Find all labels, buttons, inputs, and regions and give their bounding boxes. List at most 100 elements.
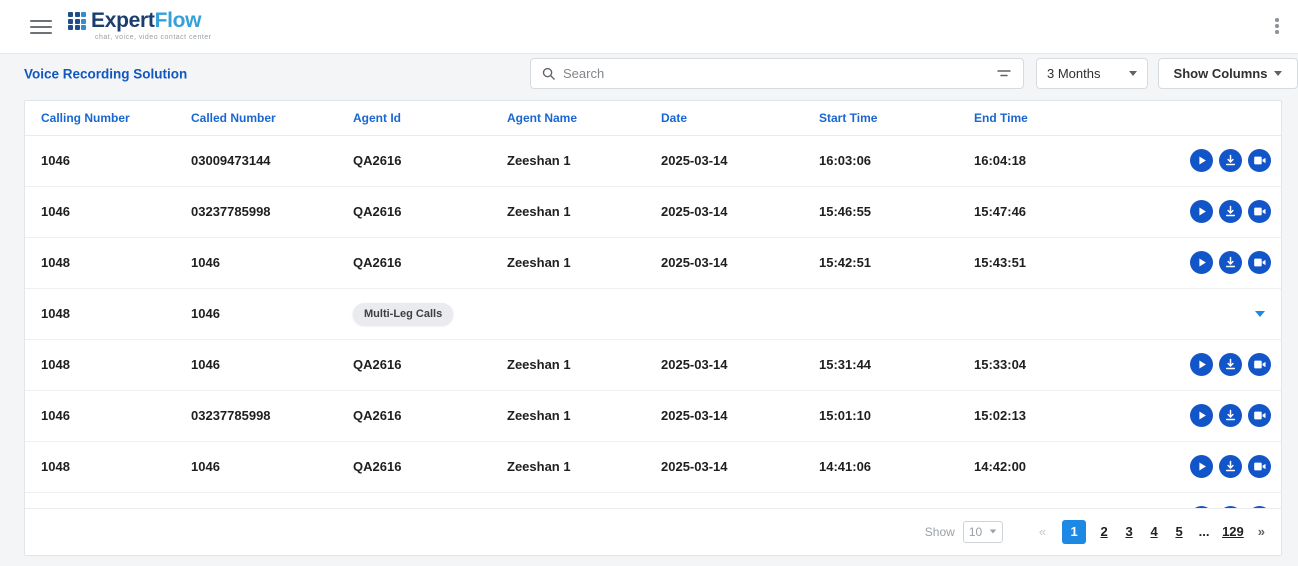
- page-size-value: 10: [969, 525, 982, 539]
- cell-date: 2025-03-14: [661, 255, 819, 270]
- show-columns-button[interactable]: Show Columns: [1158, 58, 1298, 89]
- table-footer: Show 10 « 12345...129 »: [25, 508, 1281, 555]
- table-row: 10481046QA2616Zeeshan 12025-03-1415:42:5…: [25, 238, 1281, 289]
- cell-agent-name: Zeeshan 1: [507, 459, 661, 474]
- column-header: End Time: [974, 111, 1104, 125]
- video-button[interactable]: [1248, 149, 1271, 172]
- play-button[interactable]: [1190, 149, 1213, 172]
- row-actions: [1104, 149, 1271, 172]
- page-title: Voice Recording Solution: [24, 67, 187, 82]
- download-button[interactable]: [1219, 149, 1242, 172]
- page-button[interactable]: 2: [1097, 524, 1111, 539]
- cell-agent-id: QA2616: [353, 204, 507, 219]
- kebab-menu-icon[interactable]: [1270, 18, 1284, 36]
- table-row: 10481046QA2616Zeeshan 12025-03-1414:41:0…: [25, 442, 1281, 493]
- cell-called: 03237785998: [191, 204, 353, 219]
- show-label: Show: [925, 525, 955, 539]
- cell-calling: 1048: [41, 459, 191, 474]
- cell-agent-name: Zeeshan 1: [507, 153, 661, 168]
- cell-agent-id: QA2616: [353, 153, 507, 168]
- search-input[interactable]: [563, 66, 995, 81]
- page-size-select[interactable]: 10: [963, 521, 1003, 543]
- toolbar: Voice Recording Solution 3 Months Show C…: [0, 54, 1298, 94]
- table-body: 104603009473144QA2616Zeeshan 12025-03-14…: [25, 136, 1281, 508]
- cell-date: 2025-03-14: [661, 357, 819, 372]
- cell-calling: 1048: [41, 357, 191, 372]
- filter-icon[interactable]: [995, 65, 1013, 83]
- cell-calling: 1046: [41, 153, 191, 168]
- download-button[interactable]: [1219, 200, 1242, 223]
- cell-end-time: 14:42:00: [974, 459, 1104, 474]
- cell-agent-name: Zeeshan 1: [507, 408, 661, 423]
- column-header: Agent Id: [353, 111, 507, 125]
- table-header-row: Calling NumberCalled NumberAgent IdAgent…: [25, 101, 1281, 136]
- cell-agent-id: QA2616: [353, 408, 507, 423]
- table-row[interactable]: 10481046Multi-Leg Calls: [25, 289, 1281, 340]
- cell-start-time: 14:41:06: [819, 459, 974, 474]
- page-button[interactable]: 3: [1122, 524, 1136, 539]
- cell-called: 03009473144: [191, 153, 353, 168]
- table-row: [25, 493, 1281, 508]
- download-button[interactable]: [1219, 353, 1242, 376]
- download-button[interactable]: [1219, 455, 1242, 478]
- brand-tagline: chat, voice, video contact center: [95, 34, 212, 41]
- cell-called: 1046: [191, 459, 353, 474]
- cell-agent-id: Multi-Leg Calls: [353, 303, 507, 325]
- page-button[interactable]: 4: [1147, 524, 1161, 539]
- grid-logo-icon: [68, 12, 86, 30]
- previous-page-button[interactable]: «: [1039, 524, 1046, 539]
- row-actions: [1104, 455, 1271, 478]
- row-actions: [1104, 251, 1271, 274]
- cell-calling: 1048: [41, 255, 191, 270]
- cell-end-time: 16:04:18: [974, 153, 1104, 168]
- download-button[interactable]: [1219, 404, 1242, 427]
- video-button[interactable]: [1248, 251, 1271, 274]
- cell-date: 2025-03-14: [661, 153, 819, 168]
- cell-date: 2025-03-14: [661, 204, 819, 219]
- multileg-badge: Multi-Leg Calls: [353, 303, 453, 325]
- play-button[interactable]: [1190, 455, 1213, 478]
- cell-agent-name: Zeeshan 1: [507, 357, 661, 372]
- cell-agent-id: QA2616: [353, 459, 507, 474]
- table-row: 104603009473144QA2616Zeeshan 12025-03-14…: [25, 136, 1281, 187]
- next-page-button[interactable]: »: [1258, 524, 1265, 539]
- column-header: Called Number: [191, 111, 353, 125]
- chevron-down-icon: [1129, 71, 1137, 76]
- play-button[interactable]: [1190, 353, 1213, 376]
- table-row: 104603237785998QA2616Zeeshan 12025-03-14…: [25, 187, 1281, 238]
- search-icon: [541, 66, 556, 81]
- row-actions: [1104, 353, 1271, 376]
- download-button[interactable]: [1219, 251, 1242, 274]
- period-dropdown[interactable]: 3 Months: [1036, 58, 1148, 89]
- cell-start-time: 15:42:51: [819, 255, 974, 270]
- cell-start-time: 15:46:55: [819, 204, 974, 219]
- cell-agent-name: Zeeshan 1: [507, 255, 661, 270]
- page-button[interactable]: 1: [1062, 520, 1086, 544]
- cell-calling: 1046: [41, 204, 191, 219]
- brand-name: ExpertFlow: [91, 9, 201, 33]
- page-button[interactable]: 129: [1222, 524, 1244, 539]
- chevron-down-icon: [990, 530, 996, 534]
- video-button[interactable]: [1248, 455, 1271, 478]
- cell-called: 03237785998: [191, 408, 353, 423]
- video-button[interactable]: [1248, 353, 1271, 376]
- column-header: Calling Number: [41, 111, 191, 125]
- search-box: [530, 58, 1024, 89]
- expand-chevron-icon[interactable]: [1255, 311, 1265, 317]
- page-button[interactable]: 5: [1172, 524, 1186, 539]
- pagination-pages: 12345...129: [1062, 520, 1244, 544]
- top-app-bar: ExpertFlow chat, voice, video contact ce…: [0, 0, 1298, 54]
- cell-called: 1046: [191, 357, 353, 372]
- video-button[interactable]: [1248, 404, 1271, 427]
- play-button[interactable]: [1190, 200, 1213, 223]
- hamburger-menu-icon[interactable]: [30, 20, 52, 34]
- column-header: Start Time: [819, 111, 974, 125]
- cell-called: 1046: [191, 306, 353, 321]
- period-dropdown-value: 3 Months: [1047, 66, 1100, 81]
- play-button[interactable]: [1190, 251, 1213, 274]
- cell-calling: 1048: [41, 306, 191, 321]
- video-button[interactable]: [1248, 200, 1271, 223]
- cell-start-time: 15:01:10: [819, 408, 974, 423]
- row-actions: [1104, 200, 1271, 223]
- play-button[interactable]: [1190, 404, 1213, 427]
